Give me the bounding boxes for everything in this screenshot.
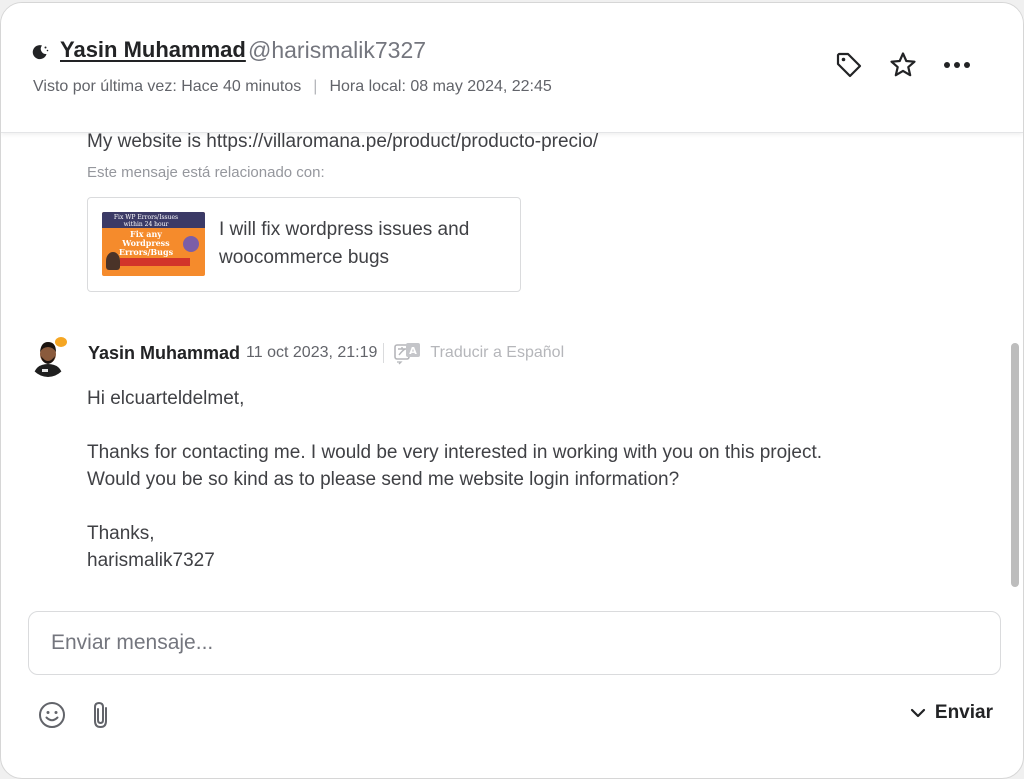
moon-icon: [32, 45, 49, 60]
gig-title: I will fix wordpress issues and woocomme…: [219, 219, 470, 268]
contact-name-link[interactable]: Yasin Muhammad: [60, 37, 246, 63]
conversation-window: Yasin Muhammad @harismalik7327 Visto por…: [0, 2, 1024, 779]
message-line: harismalik7327: [87, 550, 215, 571]
more-options-button[interactable]: [943, 51, 971, 79]
conversation-header: Yasin Muhammad @harismalik7327 Visto por…: [1, 3, 1023, 133]
tag-icon: [836, 52, 862, 78]
message-list[interactable]: My website is https://villaromana.pe/pro…: [1, 133, 1009, 595]
local-time: Hora local: 08 may 2024, 22:45: [329, 78, 552, 95]
last-seen: Visto por última vez: Hace 40 minutos: [33, 78, 302, 95]
svg-text:A: A: [410, 346, 418, 357]
related-label: Este mensaje está relacionado con:: [87, 164, 325, 181]
scrollbar-thumb[interactable]: [1011, 343, 1019, 587]
message-header: Yasin Muhammad 11 oct 2023, 21:19 A Trad…: [88, 341, 564, 365]
translate-label: Traducir a Español: [430, 344, 565, 361]
sender-name[interactable]: Yasin Muhammad: [88, 343, 240, 364]
thumb-badge: [183, 236, 199, 252]
chevron-down-icon: [910, 708, 926, 718]
attachment-icon[interactable]: [87, 700, 117, 730]
message-line: Would you be so kind as to please send m…: [87, 469, 680, 490]
translate-icon: A: [394, 343, 421, 365]
thumb-ribbon: [120, 258, 190, 266]
message-line: Thanks,: [87, 523, 155, 544]
related-gig-card[interactable]: Fix WP Errors/Issues within 24 hour Fix …: [87, 197, 521, 292]
thumb-portrait: [106, 252, 120, 270]
message-composer: [28, 611, 1001, 675]
message-timestamp: 11 oct 2023, 21:19: [246, 344, 378, 361]
message-line: Thanks for contacting me. I would be ver…: [87, 442, 823, 463]
message-line: Hi elcuarteldelmet,: [87, 388, 245, 409]
thumb-line2: Fix any Wordpress Errors/Bugs: [118, 229, 174, 257]
more-icon: [944, 62, 970, 68]
previous-message-text: My website is https://villaromana.pe/pro…: [87, 133, 599, 152]
send-label: Enviar: [934, 702, 993, 723]
tag-button[interactable]: [835, 51, 863, 79]
message-body: Hi elcuarteldelmet, Thanks for contactin…: [87, 385, 822, 574]
star-icon: [890, 52, 916, 77]
header-actions: [835, 51, 971, 79]
star-button[interactable]: [889, 51, 917, 79]
gig-thumbnail: Fix WP Errors/Issues within 24 hour Fix …: [102, 212, 205, 276]
thumb-line1: Fix WP Errors/Issues within 24 hour: [113, 214, 179, 228]
emoji-icon[interactable]: [37, 700, 67, 730]
meta-separator: |: [313, 78, 318, 95]
header-divider: [383, 343, 385, 363]
contact-handle: @harismalik7327: [248, 37, 427, 63]
translate-button[interactable]: A Traducir a Español: [394, 341, 564, 365]
avatar[interactable]: [29, 334, 67, 377]
contact-meta: Visto por última vez: Hace 40 minutos | …: [33, 78, 552, 96]
send-button[interactable]: Enviar: [909, 702, 993, 724]
message-input[interactable]: [51, 626, 971, 660]
